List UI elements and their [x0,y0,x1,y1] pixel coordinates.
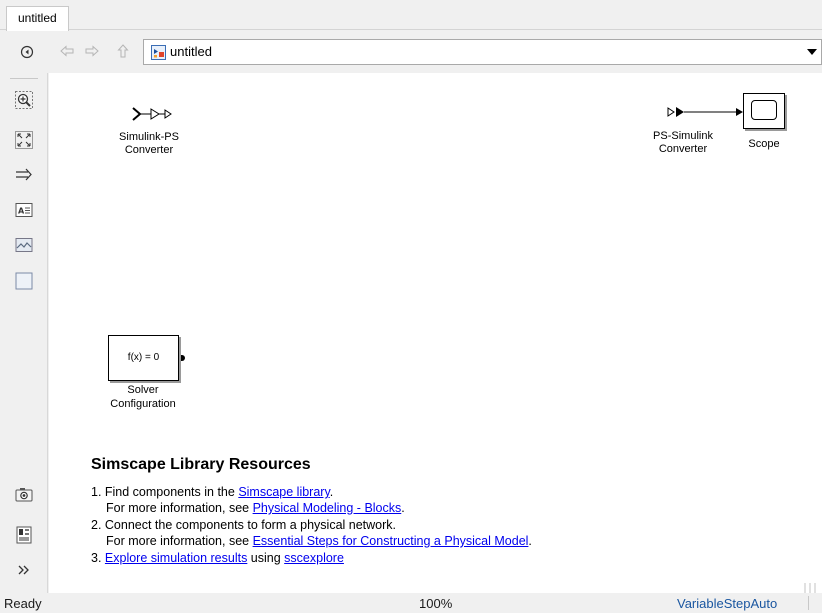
scope-screen-icon [751,100,777,120]
more-tools-chevron-icon[interactable] [14,560,34,580]
status-ready: Ready [4,596,42,611]
resources-line-4: For more information, see Essential Step… [91,534,532,548]
resources-line-5-middle: using [247,551,285,565]
resources-line-5-text: 3. [91,551,105,565]
image-icon[interactable] [14,235,34,255]
solver-label-2: Configuration [110,398,176,410]
resources-line-1: 1. Find components in the Simscape libra… [91,485,333,499]
resources-line-5: 3. Explore simulation results using ssce… [91,551,344,565]
explore-simulation-results-link[interactable]: Explore simulation results [105,551,247,565]
scope-block[interactable] [743,93,785,129]
status-zoom[interactable]: 100% [419,596,452,611]
essential-steps-link[interactable]: Essential Steps for Constructing a Physi… [253,534,529,548]
ps-simulink-label-1: PS-Simulink [653,130,713,142]
fit-to-view-icon[interactable] [14,130,34,150]
canvas-resize-grip[interactable] [798,581,822,593]
model-canvas[interactable]: Simulink-PS Converter PS-Simulink Conver… [49,73,822,593]
address-bar[interactable]: untitled [143,39,822,65]
resources-line-1-suffix: . [329,485,334,499]
status-solver[interactable]: VariableStepAuto [677,596,777,611]
up-arrow-icon[interactable] [116,44,130,58]
simulink-ps-label-2: Converter [124,144,174,156]
model-icon [151,45,166,60]
scope-label: Scope [748,138,780,150]
resources-line-3: 2. Connect the components to form a phys… [91,518,396,532]
hide-browser-icon[interactable] [20,45,34,59]
area-icon[interactable] [14,271,34,291]
resources-line-2-text: For more information, see [106,501,253,515]
ps-simulink-converter-icon[interactable] [664,105,744,119]
explorer-bar: untitled [0,31,822,73]
property-inspector-icon[interactable] [14,525,34,545]
zoom-icon[interactable] [14,90,34,110]
physical-modeling-blocks-link[interactable]: Physical Modeling - Blocks [253,501,402,515]
tab-bar: untitled [0,0,822,31]
resources-line-2: For more information, see Physical Model… [91,501,405,515]
svg-text:A: A [18,207,25,216]
solver-label-1: Solver [127,384,159,396]
simscape-library-link[interactable]: Simscape library [238,485,329,499]
resources-line-1-text: 1. Find components in the [91,485,239,499]
solver-port [181,355,185,361]
status-bar: Ready 100% VariableStepAuto [0,593,822,613]
resources-line-2-suffix: . [401,501,405,515]
resources-line-3-text: 2. Connect the components to form a phys… [91,518,397,532]
screenshot-camera-icon[interactable] [14,485,34,505]
address-path: untitled [170,44,212,59]
resources-title: Simscape Library Resources [91,456,311,473]
palette-toolbar: A [0,73,48,593]
signal-routing-icon[interactable] [14,165,34,185]
ps-simulink-label-2: Converter [658,143,708,155]
solver-configuration-block[interactable]: f(x) = 0 [108,335,179,381]
simulink-ps-label-1: Simulink-PS [119,131,179,143]
back-arrow-icon[interactable] [60,44,74,58]
forward-arrow-icon[interactable] [85,44,99,58]
simulink-ps-converter-icon[interactable] [129,107,175,121]
annotation-icon[interactable]: A [14,200,34,220]
address-dropdown-icon[interactable] [807,49,817,55]
resources-line-4-suffix: . [528,534,532,548]
status-separator [808,596,809,610]
tab-untitled[interactable]: untitled [6,6,69,31]
sscexplore-link[interactable]: sscexplore [284,551,344,565]
palette-separator [10,78,38,79]
resources-line-4-text: For more information, see [106,534,253,548]
